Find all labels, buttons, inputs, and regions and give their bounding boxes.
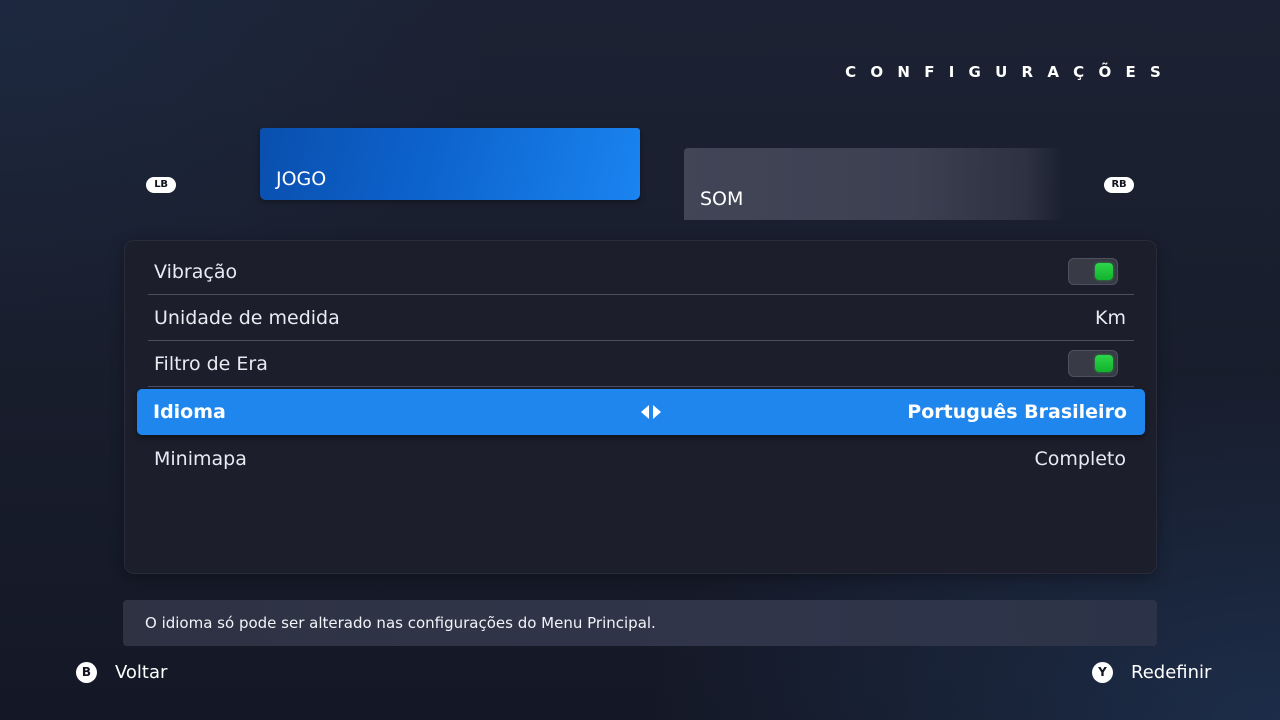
lb-bumper-icon[interactable]: LB (146, 177, 176, 193)
setting-value: Km (1095, 307, 1126, 329)
toggle-knob (1095, 263, 1113, 280)
setting-row-filtro-de-era[interactable]: Filtro de Era (148, 341, 1134, 387)
back-label: Voltar (115, 661, 168, 683)
tab-som[interactable]: SOM (684, 148, 1064, 220)
tab-jogo[interactable]: JOGO (260, 128, 640, 200)
setting-row-idioma[interactable]: Idioma Português Brasileiro (137, 389, 1145, 435)
setting-label: Vibração (154, 261, 238, 283)
tab-jogo-label: JOGO (276, 168, 327, 190)
reset-action[interactable]: Y Redefinir (1092, 660, 1211, 684)
setting-label: Minimapa (154, 448, 247, 470)
toggle-knob (1095, 355, 1113, 372)
setting-value: Completo (1034, 448, 1126, 470)
setting-row-vibracao[interactable]: Vibração (148, 249, 1134, 295)
hint-bar: O idioma só pode ser alterado nas config… (123, 600, 1157, 646)
setting-label: Filtro de Era (154, 353, 268, 375)
filtro-de-era-toggle[interactable] (1068, 350, 1118, 377)
y-button-icon: Y (1092, 661, 1113, 683)
setting-label: Idioma (153, 401, 226, 423)
reset-label: Redefinir (1131, 661, 1212, 683)
back-action[interactable]: B Voltar (76, 660, 167, 684)
screen-title: CONFIGURAÇÕES (845, 63, 1175, 81)
settings-panel: Vibração Unidade de medida Km Filtro de … (124, 240, 1157, 574)
tab-som-label: SOM (700, 188, 744, 210)
setting-label: Unidade de medida (154, 307, 340, 329)
setting-row-minimapa[interactable]: Minimapa Completo (148, 436, 1134, 482)
setting-row-unidade-de-medida[interactable]: Unidade de medida Km (148, 295, 1134, 341)
setting-value: Português Brasileiro (907, 401, 1127, 423)
left-right-arrows-icon[interactable] (639, 404, 663, 420)
b-button-icon: B (76, 661, 97, 683)
rb-bumper-icon[interactable]: RB (1104, 177, 1134, 193)
vibracao-toggle[interactable] (1068, 258, 1118, 285)
hint-text: O idioma só pode ser alterado nas config… (145, 614, 656, 632)
